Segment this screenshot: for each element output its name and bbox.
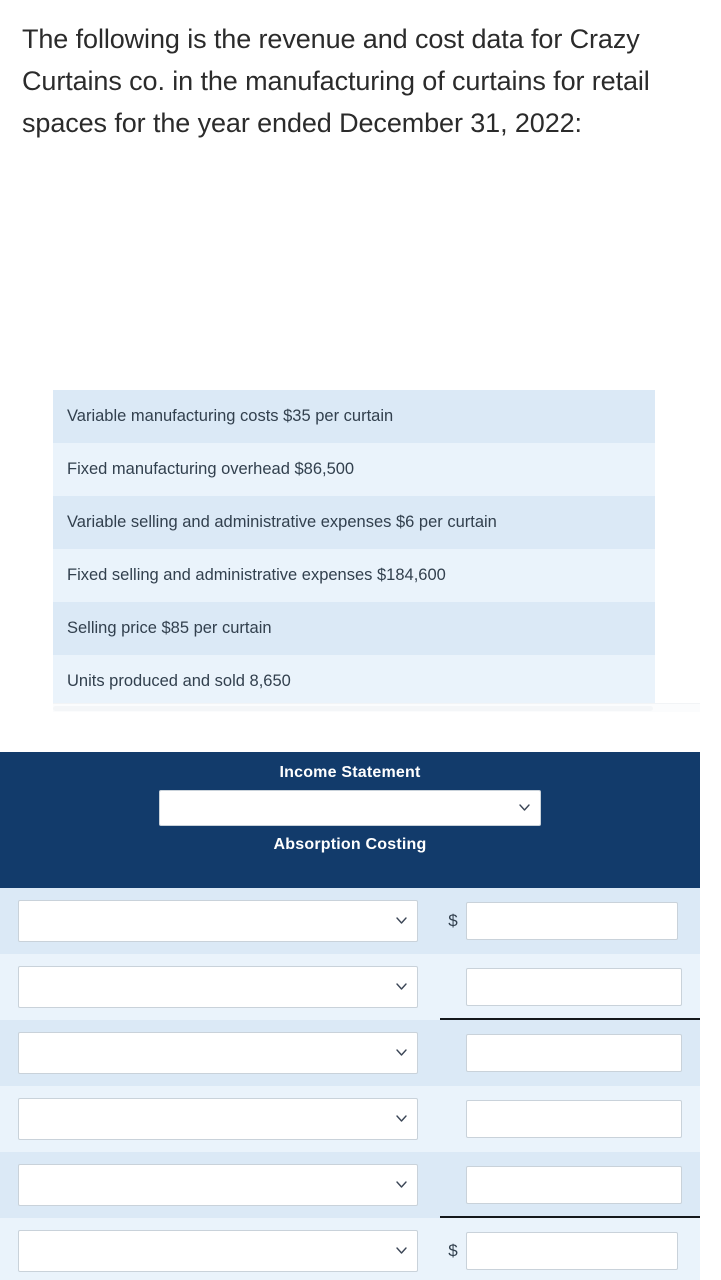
amount-input[interactable] <box>466 902 678 940</box>
line-item-select-value <box>19 1231 417 1271</box>
table-row: Variable manufacturing costs $35 per cur… <box>53 390 655 443</box>
row-label-cell <box>0 1032 440 1074</box>
dollar-sign: $ <box>448 1241 458 1260</box>
scrollbar-thumb[interactable] <box>53 706 653 711</box>
statement-row: $ <box>0 1218 700 1280</box>
income-statement-title: Income Statement <box>279 764 421 781</box>
income-statement-header: Income Statement Absorption Costing <box>0 752 700 888</box>
statement-row <box>0 954 700 1020</box>
row-label-cell <box>0 1230 440 1272</box>
question-prompt: The following is the revenue and cost da… <box>22 24 650 138</box>
right-gutter <box>700 752 721 1280</box>
line-item-select[interactable] <box>18 966 418 1008</box>
facts-table-horizontal-scrollbar[interactable] <box>53 703 700 712</box>
line-item-select-value <box>19 967 417 1007</box>
statement-row <box>0 1086 700 1152</box>
amount-input[interactable] <box>466 1100 682 1138</box>
cost-data-table-body: Variable manufacturing costs $35 per cur… <box>53 390 655 708</box>
row-amount-cell <box>440 1020 700 1086</box>
table-row: Fixed selling and administrative expense… <box>53 549 655 602</box>
amount-input[interactable] <box>466 1166 682 1204</box>
table-row: Fixed manufacturing overhead $86,500 <box>53 443 655 496</box>
income-statement-widget: Income Statement Absorption Costing $ $ <box>0 752 700 1280</box>
income-statement-rows: $ $ <box>0 888 700 1280</box>
row-label-cell <box>0 1164 440 1206</box>
line-item-select-value <box>19 1165 417 1205</box>
line-item-select-value <box>19 901 417 941</box>
row-amount-cell <box>440 1152 700 1218</box>
row-amount-cell: $ <box>440 888 700 954</box>
table-row: Variable selling and administrative expe… <box>53 496 655 549</box>
amount-input[interactable] <box>466 1232 678 1270</box>
cost-data-cell: Selling price $85 per curtain <box>53 602 655 655</box>
statement-row <box>0 1152 700 1218</box>
cost-data-cell: Fixed manufacturing overhead $86,500 <box>53 443 655 496</box>
line-item-select[interactable] <box>18 1098 418 1140</box>
company-name-select[interactable] <box>159 790 541 826</box>
line-item-select-value <box>19 1033 417 1073</box>
row-label-cell <box>0 900 440 942</box>
table-row: Selling price $85 per curtain <box>53 602 655 655</box>
cost-data-cell: Units produced and sold 8,650 <box>53 655 655 708</box>
cost-data-cell: Variable manufacturing costs $35 per cur… <box>53 390 655 443</box>
line-item-select[interactable] <box>18 900 418 942</box>
row-label-cell <box>0 966 440 1008</box>
row-label-cell <box>0 1098 440 1140</box>
company-name-select-value <box>160 791 540 825</box>
cost-data-cell: Fixed selling and administrative expense… <box>53 549 655 602</box>
income-statement-subtitle: Absorption Costing <box>273 836 427 853</box>
row-amount-cell <box>440 954 700 1020</box>
line-item-select-value <box>19 1099 417 1139</box>
line-item-select[interactable] <box>18 1230 418 1272</box>
table-row: Units produced and sold 8,650 <box>53 655 655 708</box>
cost-data-table-container: Variable manufacturing costs $35 per cur… <box>53 390 655 708</box>
header-select-container <box>159 790 541 826</box>
row-amount-cell <box>440 1086 700 1152</box>
amount-input[interactable] <box>466 968 682 1006</box>
statement-row <box>0 1020 700 1086</box>
statement-row: $ <box>0 888 700 954</box>
screenshot-root: The following is the revenue and cost da… <box>0 0 721 1280</box>
cost-data-table: Variable manufacturing costs $35 per cur… <box>53 390 655 708</box>
dollar-sign: $ <box>448 911 458 930</box>
row-amount-cell: $ <box>440 1218 700 1280</box>
line-item-select[interactable] <box>18 1032 418 1074</box>
cost-data-cell: Variable selling and administrative expe… <box>53 496 655 549</box>
amount-input[interactable] <box>466 1034 682 1072</box>
line-item-select[interactable] <box>18 1164 418 1206</box>
